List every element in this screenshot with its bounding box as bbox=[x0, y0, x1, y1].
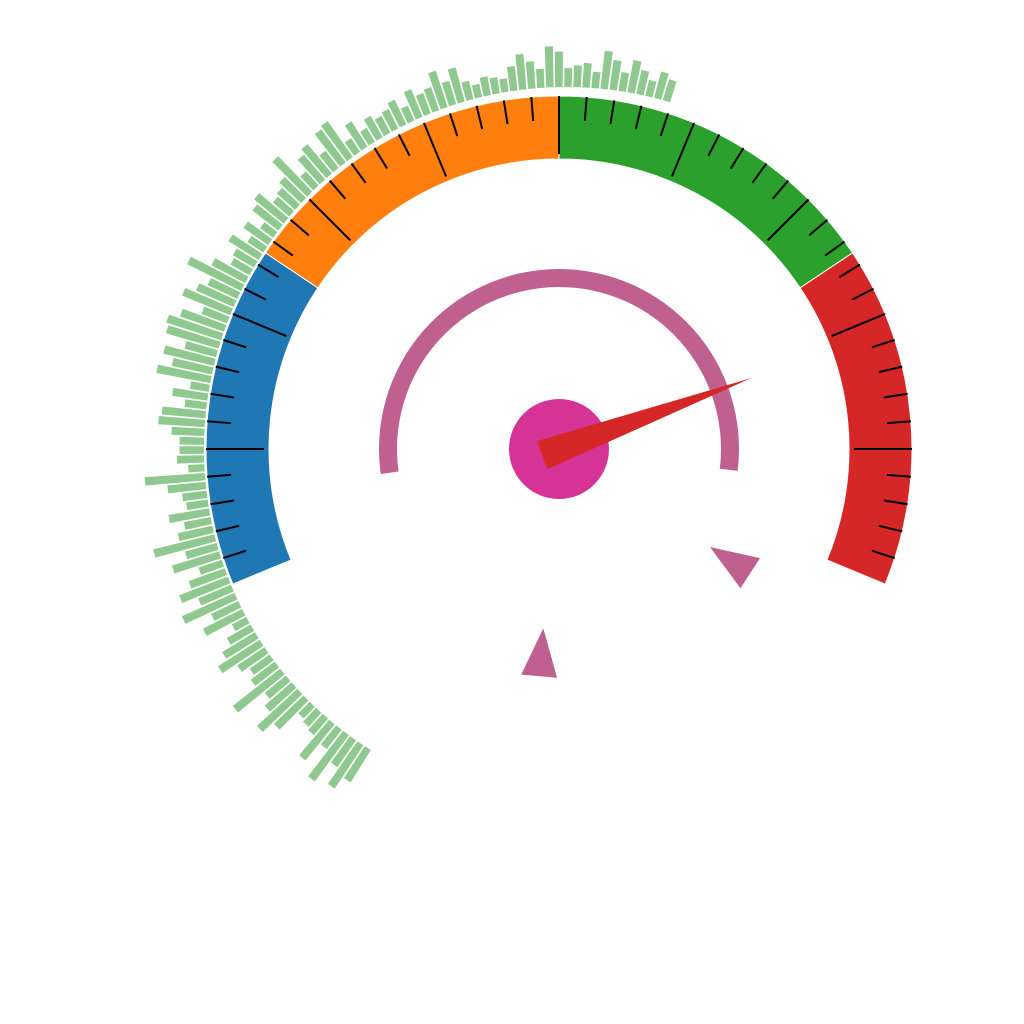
gauge-band bbox=[558, 95, 854, 289]
outer-bar bbox=[582, 62, 592, 88]
outer-bar bbox=[188, 464, 205, 473]
outer-bar bbox=[176, 455, 205, 464]
outer-bar bbox=[618, 72, 630, 93]
outer-bar bbox=[479, 76, 491, 97]
outer-bar bbox=[535, 68, 545, 89]
outer-bar bbox=[564, 67, 573, 88]
outer-bar bbox=[184, 399, 208, 410]
outer-bar bbox=[506, 66, 518, 92]
gauge-svg bbox=[144, 46, 913, 789]
outer-bar bbox=[573, 65, 582, 88]
gauge-band bbox=[799, 252, 913, 585]
outer-bar bbox=[489, 77, 500, 95]
outer-bar bbox=[189, 381, 210, 392]
inner-ring-marker bbox=[521, 628, 558, 678]
outer-bar bbox=[471, 83, 483, 99]
outer-bar bbox=[179, 436, 205, 445]
gauge-band bbox=[205, 252, 319, 585]
outer-bar bbox=[179, 446, 205, 455]
outer-bar bbox=[186, 499, 209, 511]
inner-ring-marker bbox=[709, 547, 761, 589]
outer-bar bbox=[499, 78, 509, 93]
gauge-chart bbox=[0, 0, 1024, 1024]
outer-bar bbox=[171, 426, 205, 436]
outer-bar bbox=[158, 416, 206, 428]
outer-bar bbox=[182, 490, 208, 502]
outer-bar bbox=[554, 51, 563, 88]
outer-bar bbox=[525, 61, 536, 89]
outer-bar bbox=[591, 71, 601, 89]
outer-bar bbox=[544, 46, 554, 88]
outer-bar bbox=[515, 53, 527, 90]
